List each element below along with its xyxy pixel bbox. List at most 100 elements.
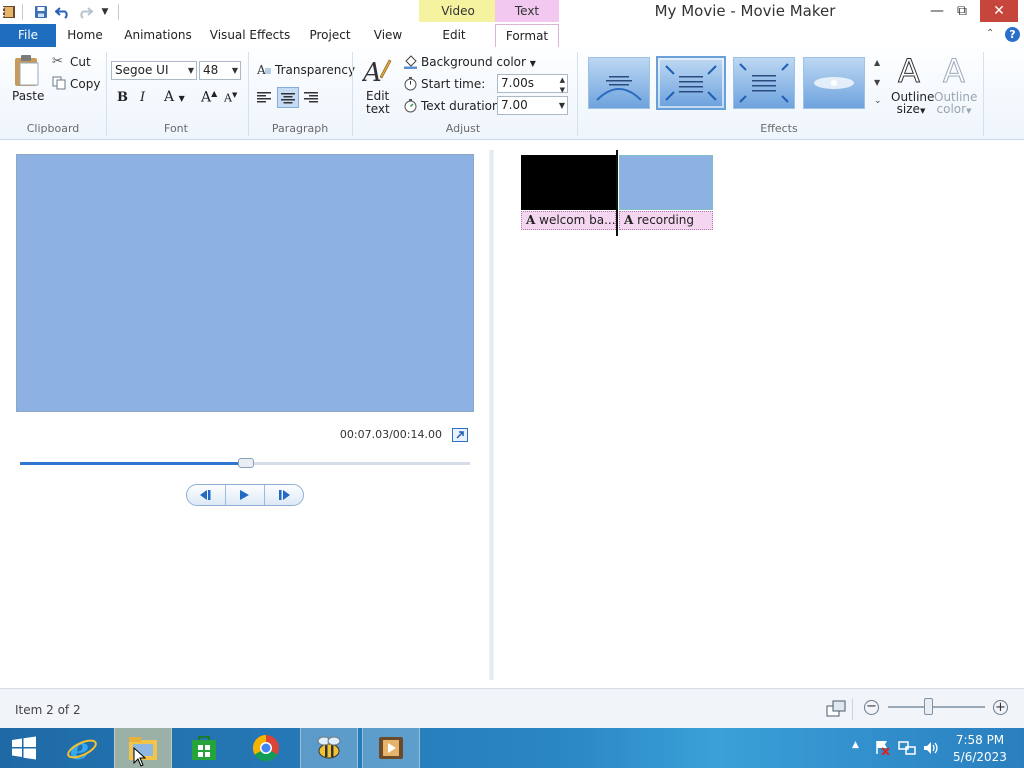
chevron-down-icon[interactable]: ▼ [96, 3, 114, 21]
collapse-ribbon-icon[interactable]: ⌃ [986, 28, 994, 39]
font-family-select[interactable]: Segoe UI ▼ [111, 61, 197, 80]
italic-button[interactable]: I [140, 90, 145, 105]
align-left-icon[interactable] [256, 90, 272, 107]
align-right-icon[interactable] [303, 90, 319, 107]
edit-text-label-line1[interactable]: Edit [366, 89, 389, 103]
outline-size-icon[interactable]: A [895, 52, 927, 91]
caption-text: recording [637, 213, 695, 227]
play-button[interactable] [225, 485, 263, 505]
effect-swing-up[interactable] [588, 57, 650, 109]
caption-item[interactable]: A welcom ba... [521, 211, 616, 230]
chevron-down-icon: ▼ [966, 107, 972, 115]
duration-icon [403, 98, 418, 116]
thumbnail-size-icon[interactable] [826, 700, 846, 721]
volume-icon[interactable] [922, 740, 940, 759]
help-icon[interactable]: ? [1005, 27, 1020, 42]
taskbar-chrome[interactable] [238, 728, 294, 768]
action-center-flag-icon[interactable] [874, 739, 890, 758]
seek-thumb[interactable] [238, 458, 254, 468]
close-button[interactable]: ✕ [980, 0, 1018, 22]
tab-edit[interactable]: Edit [428, 24, 480, 47]
store-icon [192, 736, 216, 760]
cut-button[interactable]: Cut [70, 55, 91, 69]
tab-visual-effects[interactable]: Visual Effects [206, 24, 294, 47]
redo-icon[interactable] [76, 3, 94, 21]
text-duration-select[interactable]: 7.00 ▼ [497, 96, 568, 115]
taskbar-movie-maker[interactable] [362, 728, 420, 768]
grow-font-button[interactable]: A▲ [201, 89, 217, 106]
film-icon[interactable] [0, 3, 18, 21]
edit-text-label-line2[interactable]: text [366, 102, 390, 116]
start-button[interactable] [0, 728, 48, 768]
maximize-button[interactable]: ⧉ [945, 0, 979, 22]
text-caption-icon: A [624, 213, 634, 227]
shrink-font-button[interactable]: A▼ [224, 91, 237, 105]
align-center-icon [281, 93, 295, 104]
edit-text-icon[interactable]: A [361, 55, 392, 88]
shrink-font-label: A [224, 91, 232, 105]
next-frame-button[interactable] [264, 485, 303, 505]
undo-icon[interactable] [54, 3, 72, 21]
save-icon[interactable] [32, 3, 50, 21]
playhead[interactable] [616, 150, 618, 236]
network-icon[interactable] [898, 740, 916, 759]
effects-scroll-down-icon[interactable]: ▼ [874, 78, 880, 87]
tab-project[interactable]: Project [304, 24, 356, 47]
tab-home[interactable]: Home [60, 24, 110, 47]
tab-file[interactable]: File [0, 24, 56, 47]
storyboard-clip[interactable] [521, 155, 616, 210]
text-duration-label: Text duration: [421, 99, 504, 113]
background-color-label: Background color [421, 55, 526, 69]
pane-splitter[interactable] [489, 150, 494, 680]
video-preview[interactable] [16, 154, 474, 412]
font-size-select[interactable]: 48 ▼ [199, 61, 241, 80]
start-time-input[interactable]: 7.00s ▲ ▼ [497, 74, 568, 94]
taskbar-recorder-app[interactable] [300, 728, 358, 768]
paste-icon[interactable] [12, 54, 42, 91]
scissors-icon[interactable]: ✂ [52, 54, 63, 69]
effects-more-icon[interactable]: ⌄ [874, 96, 882, 106]
taskbar-internet-explorer[interactable]: e [54, 728, 110, 768]
bold-button[interactable]: B [117, 90, 128, 105]
copy-button[interactable]: Copy [70, 77, 100, 91]
show-hidden-icons[interactable]: ▲ [852, 740, 859, 750]
effect-sparkle[interactable] [803, 57, 865, 109]
effects-scroll-up-icon[interactable]: ▲ [874, 58, 880, 67]
background-color-button[interactable]: Background color ▼ [421, 55, 536, 69]
transparency-icon[interactable]: A [256, 63, 272, 79]
storyboard-clip[interactable] [619, 155, 713, 210]
outline-size-button[interactable]: size▼ [891, 102, 931, 116]
text-duration-value: 7.00 [501, 98, 528, 112]
clock-time[interactable]: 7:58 PM [950, 733, 1010, 747]
caption-item[interactable]: A recording [619, 211, 713, 230]
fullscreen-icon[interactable] [452, 428, 468, 442]
taskbar-store[interactable] [176, 728, 232, 768]
clock-date[interactable]: 5/6/2023 [950, 750, 1010, 764]
group-separator [577, 52, 578, 136]
window-title: My Movie - Movie Maker [654, 2, 836, 20]
outline-color-icon[interactable]: A [940, 52, 972, 91]
paint-bucket-icon[interactable] [403, 54, 418, 72]
tab-format[interactable]: Format [495, 24, 559, 48]
outline-color-label-line2: color [936, 102, 967, 116]
zoom-thumb[interactable] [924, 698, 933, 715]
tab-animations[interactable]: Animations [120, 24, 196, 47]
tab-view[interactable]: View [366, 24, 410, 47]
divider [22, 4, 23, 20]
transparency-button[interactable]: Transparency [275, 63, 355, 77]
status-item-count: Item 2 of 2 [15, 703, 81, 717]
effect-zoom-out-selected[interactable] [656, 56, 726, 110]
zoom-track[interactable] [888, 706, 985, 708]
caption-text: welcom ba... [539, 213, 616, 227]
next-frame-icon [279, 490, 290, 500]
align-center-button[interactable] [277, 87, 299, 108]
context-tab-video-tools: Video Tools [419, 0, 497, 40]
paste-button[interactable]: Paste [12, 89, 44, 103]
font-color-button[interactable]: A ▼ [164, 89, 185, 105]
zoom-out-icon[interactable]: − [864, 700, 879, 715]
zoom-in-icon[interactable]: + [993, 700, 1008, 715]
effect-zoom-in[interactable] [733, 57, 795, 109]
svg-text:A: A [898, 52, 920, 86]
copy-icon[interactable] [52, 76, 66, 93]
previous-frame-button[interactable] [187, 485, 226, 505]
